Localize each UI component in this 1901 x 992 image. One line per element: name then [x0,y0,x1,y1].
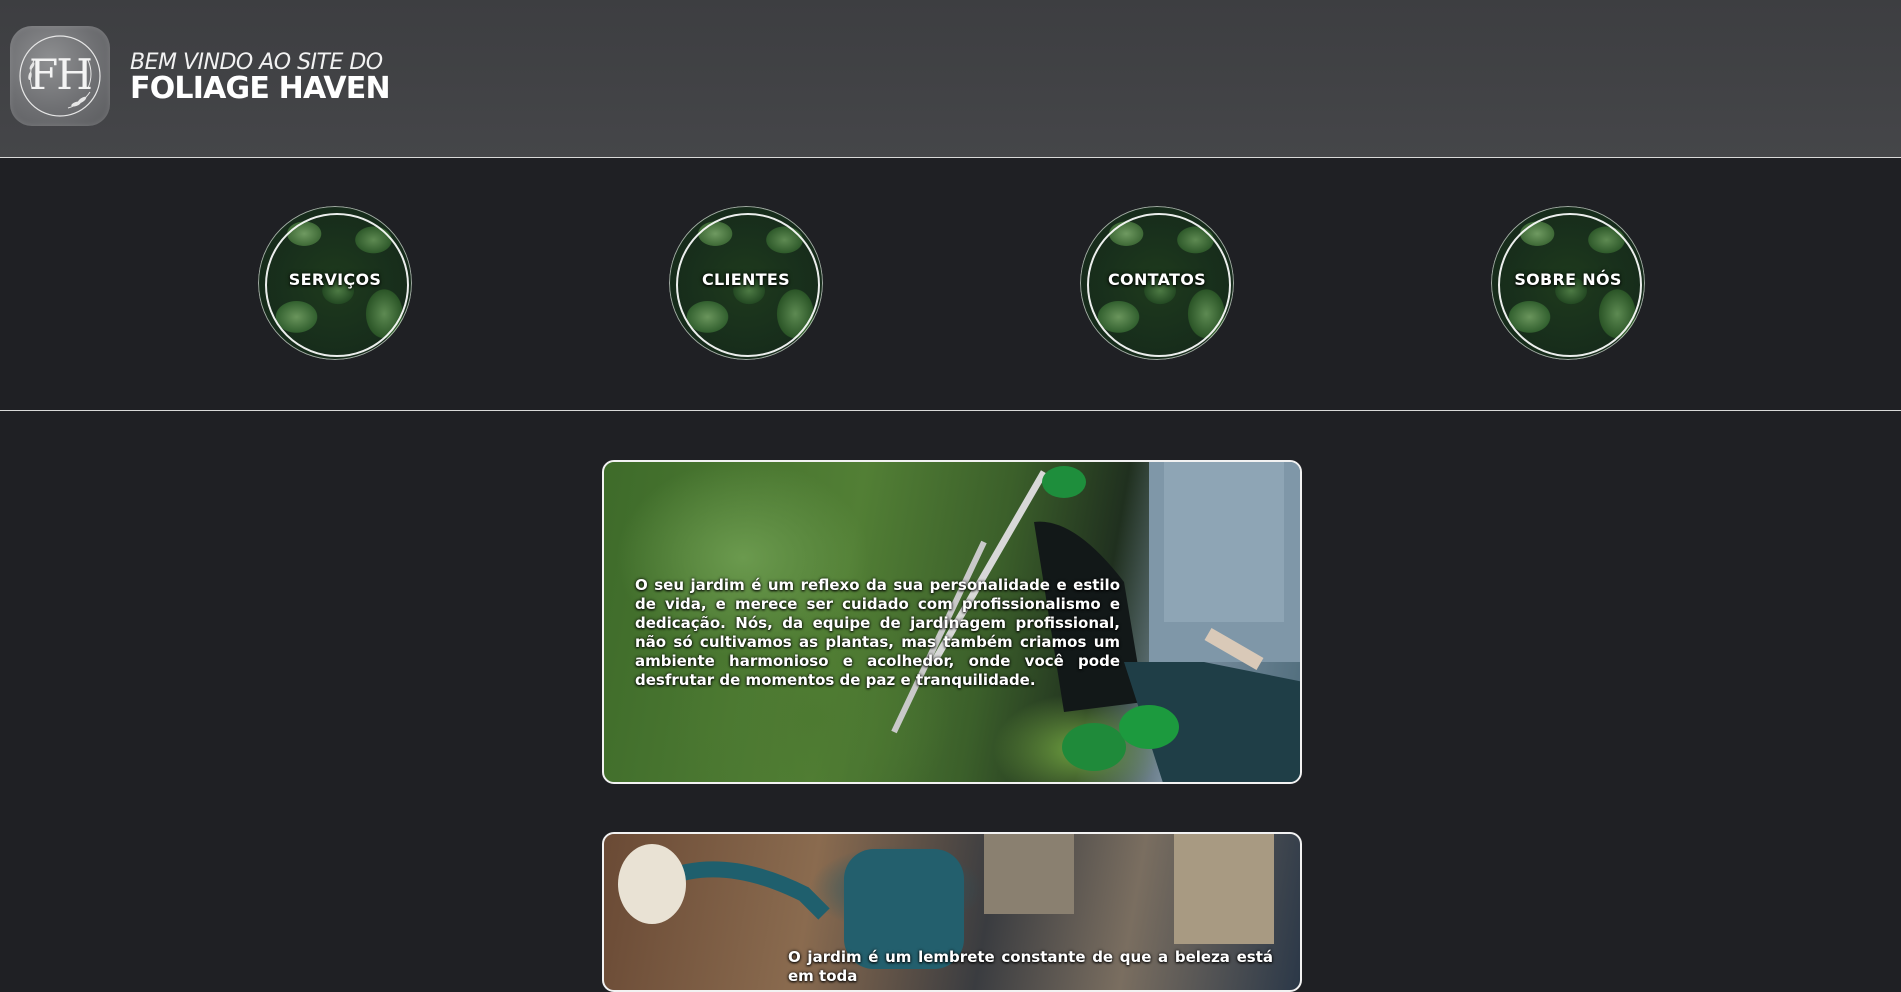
site-header: FH BEM VINDO AO SITE DO FOLIAGE HAVEN [0,0,1901,158]
card-1-text: O seu jardim é um reflexo da sua persona… [635,576,1120,689]
logo-monogram: FH [29,50,93,99]
nav-sobre-nos-button[interactable]: SOBRE NÓS [1491,206,1645,360]
info-card-gardening: O seu jardim é um reflexo da sua persona… [602,460,1302,784]
main-nav: SERVIÇOS CLIENTES CONTATOS SOBRE NÓS [0,159,1901,411]
nav-servicos-label: SERVIÇOS [288,270,382,289]
brand-name: FOLIAGE HAVEN [130,71,391,106]
nav-contatos-button[interactable]: CONTATOS [1080,206,1234,360]
nav-sobre-nos-label: SOBRE NÓS [1514,270,1622,289]
nav-clientes-label: CLIENTES [702,270,790,289]
nav-contatos-label: CONTATOS [1108,270,1206,289]
nav-clientes-button[interactable]: CLIENTES [669,206,823,360]
info-card-watering: O jardim é um lembrete constante de que … [602,832,1302,992]
card-2-text: O jardim é um lembrete constante de que … [788,948,1273,985]
nav-servicos-button[interactable]: SERVIÇOS [258,206,412,360]
logo[interactable]: FH [10,26,110,126]
